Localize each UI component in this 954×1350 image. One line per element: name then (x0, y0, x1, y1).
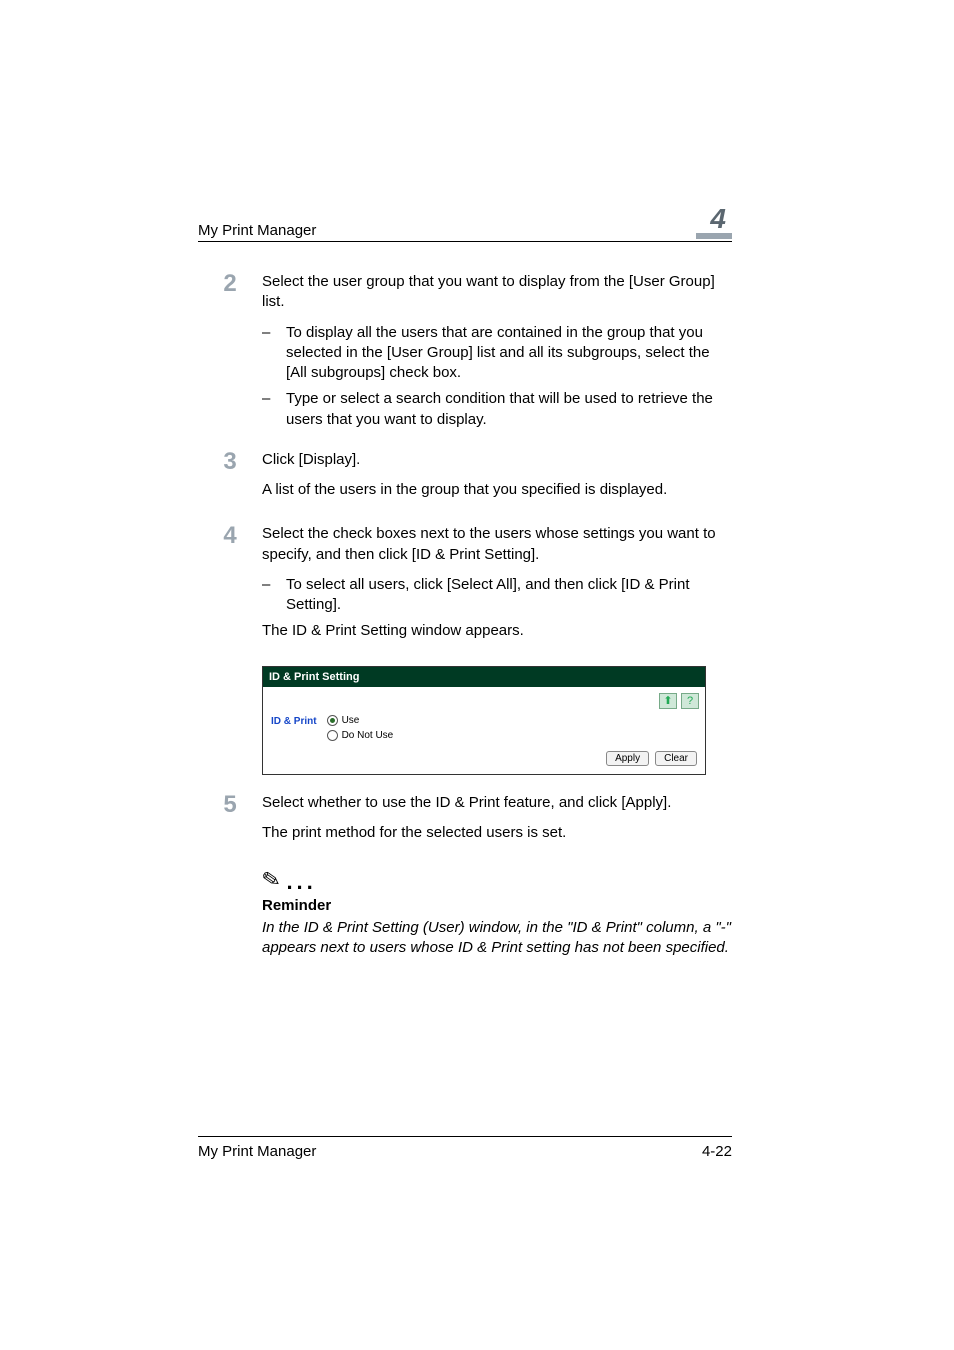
radio-icon (327, 730, 338, 741)
step-3: 3 Click [Display]. A list of the users i… (198, 450, 732, 511)
option-label: Do Not Use (342, 730, 394, 741)
clear-button[interactable]: Clear (655, 751, 697, 766)
apply-button[interactable]: Apply (606, 751, 649, 766)
step-text: Click [Display]. (262, 450, 732, 470)
radio-icon (327, 715, 338, 726)
footer-page-number: 4-22 (702, 1143, 732, 1160)
option-label: Use (342, 715, 360, 726)
step-body: Select the user group that you want to d… (262, 272, 732, 436)
step-bullet: – Type or select a search condition that… (262, 389, 732, 430)
step-body: Select whether to use the ID & Print fea… (262, 793, 732, 854)
content-area: My Print Manager 4 2 Select the user gro… (198, 205, 732, 959)
bullet-dash: – (262, 575, 286, 616)
id-print-label: ID & Print (271, 715, 317, 727)
step-text: A list of the users in the group that yo… (262, 480, 732, 500)
step-4: 4 Select the check boxes next to the use… (198, 524, 732, 651)
id-print-options: Use Do Not Use (327, 715, 394, 741)
step-number: 2 (198, 272, 262, 436)
footer-title: My Print Manager (198, 1143, 316, 1160)
id-print-setting-dialog: ID & Print Setting ⬆ ? ID & Print Use (262, 666, 706, 775)
page: My Print Manager 4 2 Select the user gro… (0, 0, 954, 1350)
reminder-title: Reminder (262, 897, 732, 914)
step-text: The print method for the selected users … (262, 823, 732, 843)
bullet-text: To select all users, click [Select All],… (286, 575, 732, 616)
dialog-toolbar: ⬆ ? (263, 687, 705, 713)
reminder-block: ✎ ... Reminder In the ID & Print Setting… (262, 867, 732, 959)
step-number: 3 (198, 450, 262, 511)
back-icon[interactable]: ⬆ (659, 693, 677, 709)
reminder-text: In the ID & Print Setting (User) window,… (262, 918, 732, 959)
dialog-buttons: Apply Clear (263, 751, 705, 774)
step-2: 2 Select the user group that you want to… (198, 272, 732, 436)
help-icon[interactable]: ? (681, 693, 699, 709)
step-5: 5 Select whether to use the ID & Print f… (198, 793, 732, 854)
body: 2 Select the user group that you want to… (198, 272, 732, 959)
reminder-icon-row: ✎ ... (262, 867, 732, 893)
step-number: 4 (198, 524, 262, 651)
step-text: Select whether to use the ID & Print fea… (262, 793, 732, 813)
chapter-badge: 4 (696, 205, 732, 239)
id-print-row: ID & Print Use Do Not Use (271, 715, 697, 741)
dialog-titlebar: ID & Print Setting (263, 667, 705, 687)
bullet-dash: – (262, 389, 286, 430)
step-text: The ID & Print Setting window appears. (262, 621, 732, 641)
note-icon: ✎ (260, 866, 283, 895)
option-do-not-use[interactable]: Do Not Use (327, 730, 394, 741)
page-footer: My Print Manager 4-22 (198, 1136, 732, 1160)
chapter-number: 4 (710, 205, 726, 233)
step-text: Select the user group that you want to d… (262, 272, 732, 313)
step-bullet: – To select all users, click [Select All… (262, 575, 732, 616)
ellipsis-icon: ... (286, 871, 316, 893)
step-text: Select the check boxes next to the users… (262, 524, 732, 565)
bullet-text: Type or select a search condition that w… (286, 389, 732, 430)
dialog-body: ID & Print Use Do Not Use (263, 713, 705, 751)
page-header: My Print Manager 4 (198, 205, 732, 242)
bullet-dash: – (262, 323, 286, 384)
option-use[interactable]: Use (327, 715, 394, 726)
step-body: Select the check boxes next to the users… (262, 524, 732, 651)
step-number: 5 (198, 793, 262, 854)
step-bullet: – To display all the users that are cont… (262, 323, 732, 384)
bullet-text: To display all the users that are contai… (286, 323, 732, 384)
step-body: Click [Display]. A list of the users in … (262, 450, 732, 511)
running-header-title: My Print Manager (198, 222, 316, 239)
